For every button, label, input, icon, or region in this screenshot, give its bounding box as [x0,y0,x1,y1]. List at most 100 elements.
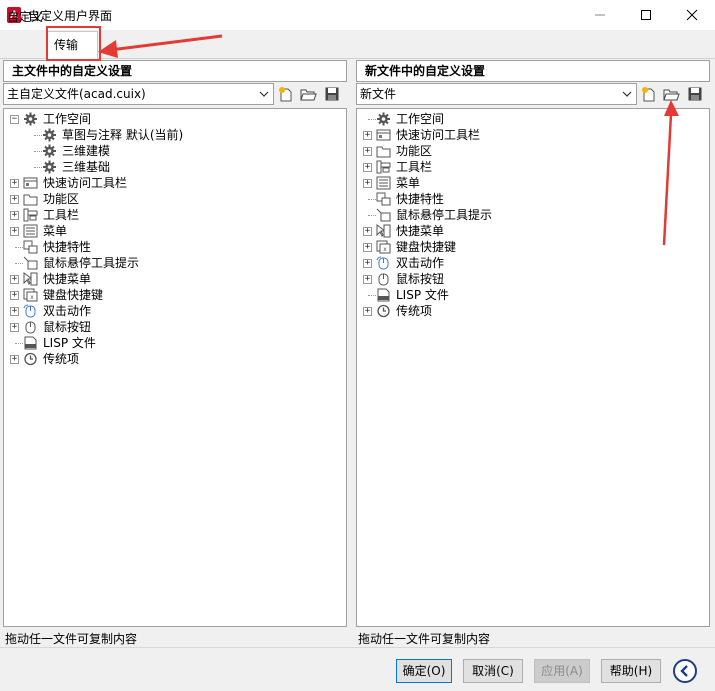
tree-item[interactable]: + 快速访问工具栏 [4,175,346,191]
collapse-panel-button[interactable] [673,659,697,683]
expand-icon[interactable]: + [10,291,19,300]
tree-item-label: 三维建模 [62,144,111,158]
tree-item[interactable]: + 菜单 [4,223,346,239]
tree-item[interactable]: + 工具栏 [4,207,346,223]
expand-icon[interactable]: + [10,323,19,332]
main-file-select[interactable]: 主自定义文件(acad.cuix) [3,83,274,105]
tree-item[interactable]: + 功能区 [357,143,709,159]
expand-icon[interactable]: + [363,243,372,252]
minimize-icon [595,14,605,16]
tree-connector [34,167,42,168]
tree-item[interactable]: + 菜单 [357,175,709,191]
tree-item[interactable]: 鼠标悬停工具提示 [357,207,709,223]
minimize-button[interactable] [577,0,623,30]
tree-item-label: 菜单 [43,224,68,238]
save-icon [325,87,339,101]
new-file-button[interactable] [639,84,659,104]
lisp-file-icon [23,336,38,350]
tree-item-label: 工作空间 [396,112,445,126]
gear-icon [23,112,38,126]
tree-item[interactable]: + 快捷菜单 [357,223,709,239]
svg-text:x: x [383,246,387,253]
new-file-button[interactable] [276,84,296,104]
tree-item[interactable]: + x 键盘快捷键 [4,287,346,303]
tab-strip-divider [0,58,715,59]
tree-item[interactable]: + 快捷菜单 [4,271,346,287]
expand-icon[interactable]: + [10,179,19,188]
tab-customize[interactable]: 自定义 [2,6,48,28]
tree-item[interactable]: 工作空间 [357,111,709,127]
title-bar: A 自定义用户界面 [0,0,715,30]
tree-item[interactable]: 快捷特性 [357,191,709,207]
tree-item-label: 快速访问工具栏 [43,176,128,190]
tree-item[interactable]: + 传统项 [357,303,709,319]
tree-item[interactable]: + 双击动作 [4,303,346,319]
expand-icon[interactable]: + [10,227,19,236]
tree-item[interactable]: + 鼠标按钮 [357,271,709,287]
save-file-button[interactable] [685,84,705,104]
apply-button[interactable]: 应用(A) [534,659,590,683]
new-file-tree[interactable]: 工作空间 + 快速访问工具栏 + 功能区 + 工具栏 + 菜单 快捷特性 鼠标悬停工具提示 + 快捷菜单… [356,108,710,627]
tree-item[interactable]: LISP 文件 [357,287,709,303]
tree-item[interactable]: − 工作空间 [4,111,346,127]
shortcut-menu-icon [376,224,391,238]
tree-item[interactable]: + 功能区 [4,191,346,207]
expand-icon[interactable]: + [10,275,19,284]
main-file-select-value: 主自定义文件(acad.cuix) [7,87,146,101]
tree-item[interactable]: 草图与注释 默认(当前) [4,127,346,143]
tree-item-label: 鼠标悬停工具提示 [396,208,493,222]
main-file-status-text: 拖动任一文件可复制内容 [5,632,138,646]
open-file-button[interactable] [298,84,318,104]
tree-item-label: 传统项 [43,352,80,366]
save-file-button[interactable] [322,84,342,104]
new-file-select[interactable]: 新文件 [356,83,637,105]
expand-icon[interactable]: + [363,147,372,156]
main-file-tree[interactable]: − 工作空间 草图与注释 默认(当前) 三维建模三维基础 + 快速访问工具栏 + 功能区 + 工具… [3,108,347,627]
tree-item[interactable]: + x 键盘快捷键 [357,239,709,255]
tree-item[interactable]: + 快速访问工具栏 [357,127,709,143]
maximize-button[interactable] [623,0,669,30]
tree-item[interactable]: 三维建模 [4,143,346,159]
expand-icon[interactable]: + [10,355,19,364]
tree-item[interactable]: LISP 文件 [4,335,346,351]
ok-button[interactable]: 确定(O) [396,659,452,683]
tree-item[interactable]: + 双击动作 [357,255,709,271]
tree-item-label: 键盘快捷键 [396,240,457,254]
maximize-icon [641,10,651,20]
close-icon [686,9,698,21]
expand-icon[interactable]: + [10,195,19,204]
tree-item[interactable]: + 鼠标按钮 [4,319,346,335]
tree-item[interactable]: + 传统项 [4,351,346,367]
double-click-icon [376,256,391,270]
expand-icon[interactable]: + [363,179,372,188]
mouse-icon [23,320,38,334]
cancel-button[interactable]: 取消(C) [463,659,523,683]
tree-item[interactable]: 三维基础 [4,159,346,175]
open-file-button[interactable] [661,84,681,104]
expand-icon[interactable]: + [10,307,19,316]
tree-item[interactable]: 快捷特性 [4,239,346,255]
tree-item-label: 鼠标按钮 [396,272,445,286]
expand-icon[interactable]: + [363,275,372,284]
expand-icon[interactable]: + [10,211,19,220]
gear-icon [42,160,57,174]
tab-transfer[interactable]: 传输 [46,31,98,59]
expand-icon[interactable]: + [363,163,372,172]
tree-item[interactable]: 鼠标悬停工具提示 [4,255,346,271]
expand-icon[interactable]: + [363,131,372,140]
tree-item-label: 功能区 [43,192,80,206]
collapse-icon[interactable]: − [10,115,19,124]
tree-item[interactable]: + 工具栏 [357,159,709,175]
tree-item-label: 工作空间 [43,112,92,126]
menu-icon [376,176,391,190]
help-button[interactable]: 帮助(H) [601,659,661,683]
save-icon [688,87,702,101]
tree-item-label: 菜单 [396,176,421,190]
expand-icon[interactable]: + [363,259,372,268]
tree-item-label: 快捷特性 [43,240,92,254]
close-button[interactable] [669,0,715,30]
expand-icon[interactable]: + [363,307,372,316]
tree-item-label: 三维基础 [62,160,111,174]
expand-icon[interactable]: + [363,227,372,236]
toolbar-icon [376,128,391,142]
